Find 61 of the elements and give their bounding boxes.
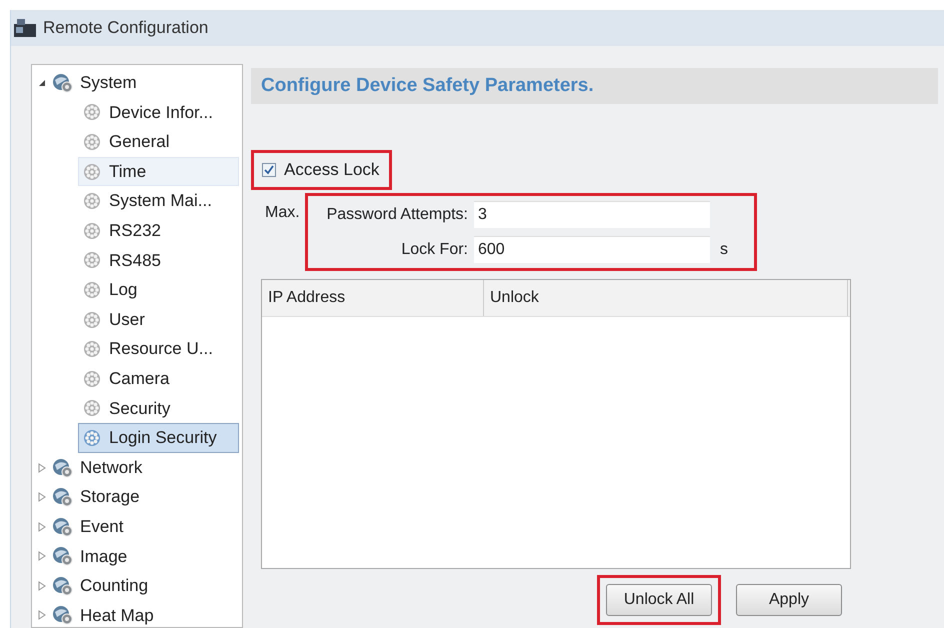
column-header[interactable]: IP Address [262,280,484,316]
tree-item[interactable]: Resource U... [78,334,239,364]
tree-node[interactable]: System [38,68,239,98]
field-label-prefix: Max. [265,203,301,223]
tree-item[interactable]: User [78,304,239,334]
tree-node[interactable]: Storage [38,482,239,512]
camera-app-icon [13,18,37,38]
tree-node[interactable]: Heat Map [38,600,239,628]
tree-node[interactable]: Event [38,512,239,542]
tree-item[interactable]: Security [78,394,239,424]
tree-node[interactable]: Counting [38,571,239,601]
tree-item[interactable]: RS232 [78,216,239,246]
gear-icon [83,280,101,299]
gear-icon [83,428,101,447]
unit-label: s [720,240,728,260]
gear-icon [83,310,101,329]
collapse-arrow-icon[interactable] [38,78,46,87]
field-label: Lock For: [400,240,469,260]
tree-item[interactable]: Time [78,156,239,186]
gear-icon [83,370,101,388]
tree-item[interactable]: System Mai... [78,186,239,216]
check-icon [264,165,274,175]
column-header[interactable]: Unlock [484,280,848,316]
gear-icon [83,192,101,210]
tree-item[interactable]: General [78,127,239,157]
gear-icon [83,222,101,240]
checkbox-label: Access Lock [284,159,380,182]
expand-arrow-icon[interactable] [38,522,46,532]
tree-item[interactable]: Login Security [78,423,239,453]
expand-arrow-icon[interactable] [38,462,46,473]
gear-icon [83,399,101,418]
tree-item[interactable]: Device Infor... [78,98,239,128]
globe-gear-icon [52,576,74,596]
expand-arrow-icon[interactable] [38,610,46,620]
panel-title: Configure Device Safety Parameters. [261,74,594,98]
gear-icon [83,340,101,358]
globe-gear-icon [52,516,74,537]
gear-icon [83,162,101,181]
globe-gear-icon [52,605,74,626]
tree-item[interactable]: Log [78,275,239,305]
globe-gear-icon [52,546,74,566]
expand-arrow-icon[interactable] [38,492,46,502]
action-button[interactable]: Apply [736,584,842,616]
expand-arrow-icon[interactable] [38,551,46,562]
input-field[interactable]: 3 [474,201,710,228]
tree-node[interactable]: Network [38,452,239,482]
tree-item[interactable]: Camera [78,364,239,394]
globe-gear-icon [52,458,74,478]
gear-icon [83,103,101,122]
field-label: Password Attempts: [326,204,469,224]
tree-node[interactable]: Image [38,542,239,572]
input-field[interactable]: 600 [474,236,710,263]
globe-gear-icon [52,487,74,508]
window-title: Remote Configuration [43,17,208,40]
expand-arrow-icon[interactable] [38,580,46,591]
checkbox[interactable] [262,163,276,177]
gear-icon [83,251,101,270]
gear-icon [83,132,101,151]
tree-item[interactable]: RS485 [78,246,239,276]
globe-gear-icon [52,72,74,93]
action-button[interactable]: Unlock All [606,584,712,616]
